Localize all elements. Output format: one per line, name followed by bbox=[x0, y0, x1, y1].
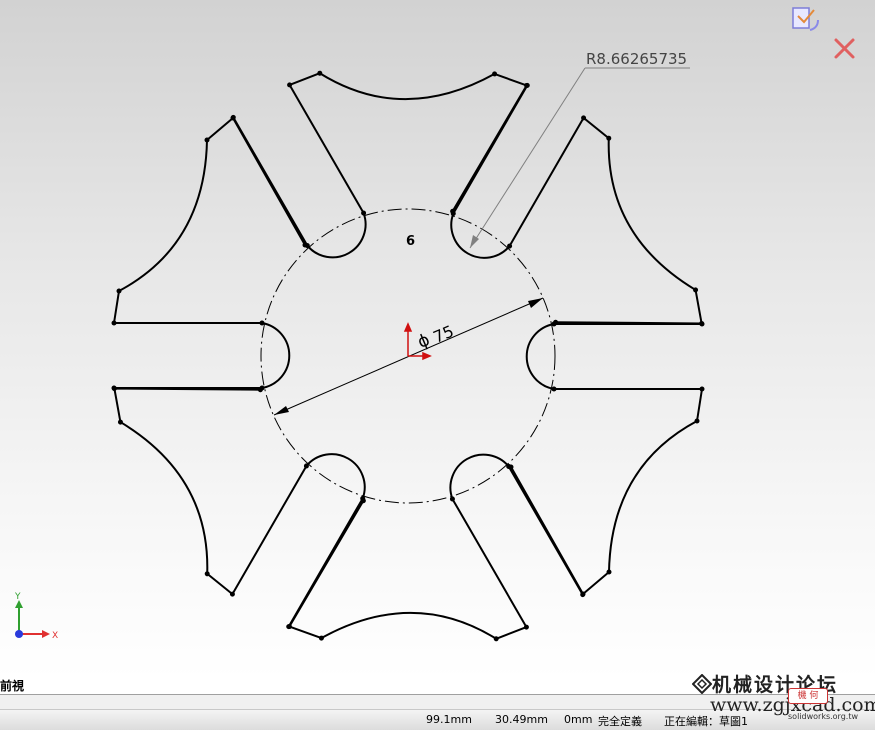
sketch-sector-points bbox=[286, 463, 586, 642]
sketch-entity[interactable] bbox=[232, 116, 309, 247]
sketch-entity[interactable] bbox=[439, 443, 510, 500]
sketch-sector[interactable] bbox=[253, 429, 584, 700]
sketch-point[interactable] bbox=[111, 320, 117, 326]
sketch-entity[interactable] bbox=[525, 323, 555, 390]
sketch-sector[interactable] bbox=[432, 84, 761, 385]
sketch-sector-points bbox=[508, 321, 705, 597]
sketch-canvas[interactable]: ϕ 75 R8.66265735 6 bbox=[0, 0, 875, 700]
sketch-point[interactable] bbox=[699, 386, 705, 392]
sketch-point[interactable] bbox=[204, 137, 210, 143]
sketch-entity[interactable] bbox=[508, 117, 585, 247]
sketch-sector-points bbox=[111, 115, 308, 391]
sketch-sector[interactable] bbox=[55, 326, 384, 628]
status-x-coord: 99.1mm bbox=[426, 713, 472, 726]
sketch-entity[interactable] bbox=[253, 462, 527, 700]
diameter-symbol: ϕ bbox=[415, 330, 433, 353]
sketch-entity[interactable] bbox=[288, 84, 365, 214]
triad-y-label: Y bbox=[14, 592, 21, 602]
sketch-point[interactable] bbox=[606, 569, 612, 575]
sketch-point[interactable] bbox=[551, 386, 557, 392]
sketch-point[interactable] bbox=[694, 418, 700, 424]
watermark-badge: 機 何 bbox=[788, 688, 828, 704]
sketch-sector[interactable] bbox=[113, 117, 306, 389]
sketch-entity[interactable] bbox=[306, 212, 377, 269]
rebuild-confirm-icon[interactable] bbox=[792, 7, 819, 31]
sketch-entity[interactable] bbox=[452, 84, 529, 215]
status-z-coord: 0mm bbox=[564, 713, 593, 726]
sketch-entity[interactable] bbox=[305, 442, 376, 499]
radius-value: R8.66265735 bbox=[586, 50, 687, 68]
sketch-entity[interactable] bbox=[510, 388, 703, 595]
sketch-point[interactable] bbox=[116, 288, 122, 294]
sketch-sector-points bbox=[230, 70, 530, 249]
sketch-entity[interactable] bbox=[287, 497, 364, 628]
pattern-count: 6 bbox=[406, 234, 415, 249]
radius-dimension[interactable]: R8.66265735 bbox=[469, 50, 690, 249]
sketch-entity[interactable] bbox=[261, 322, 291, 389]
sketch-entity[interactable] bbox=[231, 465, 308, 595]
diamond-logo-icon bbox=[692, 674, 712, 694]
sketch-entity[interactable] bbox=[113, 117, 306, 324]
sketch-entity[interactable] bbox=[507, 465, 584, 596]
graphics-area[interactable]: ϕ 75 R8.66265735 6 Y X bbox=[0, 0, 875, 700]
sketch-point[interactable] bbox=[699, 321, 705, 327]
status-definition-state: 完全定義 bbox=[598, 715, 642, 728]
close-sketch-icon[interactable] bbox=[834, 38, 855, 59]
sketch-entity[interactable] bbox=[451, 498, 528, 628]
sketch-point[interactable] bbox=[111, 385, 118, 392]
sketch-entity[interactable] bbox=[289, 0, 563, 250]
status-y-coord: 30.49mm bbox=[495, 713, 548, 726]
sketch-sector[interactable] bbox=[510, 323, 703, 595]
view-orientation-label: 前視 bbox=[0, 679, 25, 693]
watermark: 机械设计论坛 www.zgjxcad.com 機 何 solidworks.or… bbox=[690, 668, 875, 728]
confirmation-corner bbox=[790, 4, 870, 64]
sketch-point[interactable] bbox=[259, 320, 265, 326]
triad-x-label: X bbox=[52, 631, 58, 641]
diameter-value: 75 bbox=[430, 321, 456, 346]
view-triad: Y X bbox=[6, 590, 66, 646]
watermark-site: solidworks.org.tw bbox=[788, 712, 858, 721]
